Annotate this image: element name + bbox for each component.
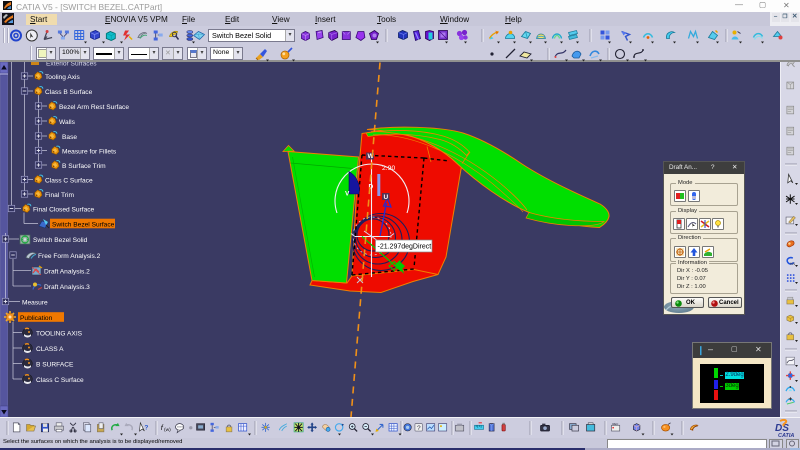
svg-text:Final Trim: Final Trim bbox=[45, 192, 74, 199]
svg-text:U: U bbox=[384, 194, 389, 201]
svg-text:?: ? bbox=[417, 425, 421, 432]
svg-text:2.90: 2.90 bbox=[382, 165, 395, 172]
svg-text:Measure for Fillets: Measure for Fillets bbox=[62, 148, 117, 155]
svg-text:Draft Analysis.2: Draft Analysis.2 bbox=[44, 268, 90, 275]
svg-text:Walls: Walls bbox=[59, 119, 76, 126]
svg-text:W: W bbox=[368, 153, 375, 160]
svg-text:REC: REC bbox=[612, 422, 618, 426]
svg-text:Final Closed Surface: Final Closed Surface bbox=[33, 206, 95, 213]
svg-text:Class C Surface: Class C Surface bbox=[45, 177, 93, 184]
svg-text:?: ? bbox=[144, 424, 148, 431]
svg-text:Exterior Surfaces: Exterior Surfaces bbox=[46, 62, 97, 67]
svg-text:KN: KN bbox=[790, 262, 795, 266]
svg-text:Class B Surface: Class B Surface bbox=[45, 89, 93, 96]
svg-text:Class C Surface: Class C Surface bbox=[36, 377, 84, 384]
svg-text:V: V bbox=[345, 191, 350, 198]
svg-text:TOOLING AXIS: TOOLING AXIS bbox=[36, 330, 83, 337]
svg-text:-21.297degDirect: -21.297degDirect bbox=[378, 244, 432, 251]
svg-text:Switch Bezel Solid: Switch Bezel Solid bbox=[33, 237, 88, 244]
svg-text:Measure: Measure bbox=[22, 299, 48, 306]
svg-text:Draft Analysis.3: Draft Analysis.3 bbox=[44, 284, 90, 291]
svg-text:B Surface Trim: B Surface Trim bbox=[62, 163, 106, 170]
svg-text:Publication: Publication bbox=[20, 315, 53, 322]
svg-text:CLASS A: CLASS A bbox=[36, 346, 64, 353]
svg-text:B SURFACE: B SURFACE bbox=[36, 361, 74, 368]
svg-text:Base: Base bbox=[62, 134, 77, 141]
svg-text:Free Form Analysis.2: Free Form Analysis.2 bbox=[38, 253, 101, 260]
svg-text:(w): (w) bbox=[164, 427, 171, 433]
svg-text:Tooling Axis: Tooling Axis bbox=[45, 74, 81, 81]
svg-text:Switch Bezel Surface: Switch Bezel Surface bbox=[52, 221, 115, 228]
svg-text:Bezel Arm Rest Surface: Bezel Arm Rest Surface bbox=[59, 104, 129, 111]
